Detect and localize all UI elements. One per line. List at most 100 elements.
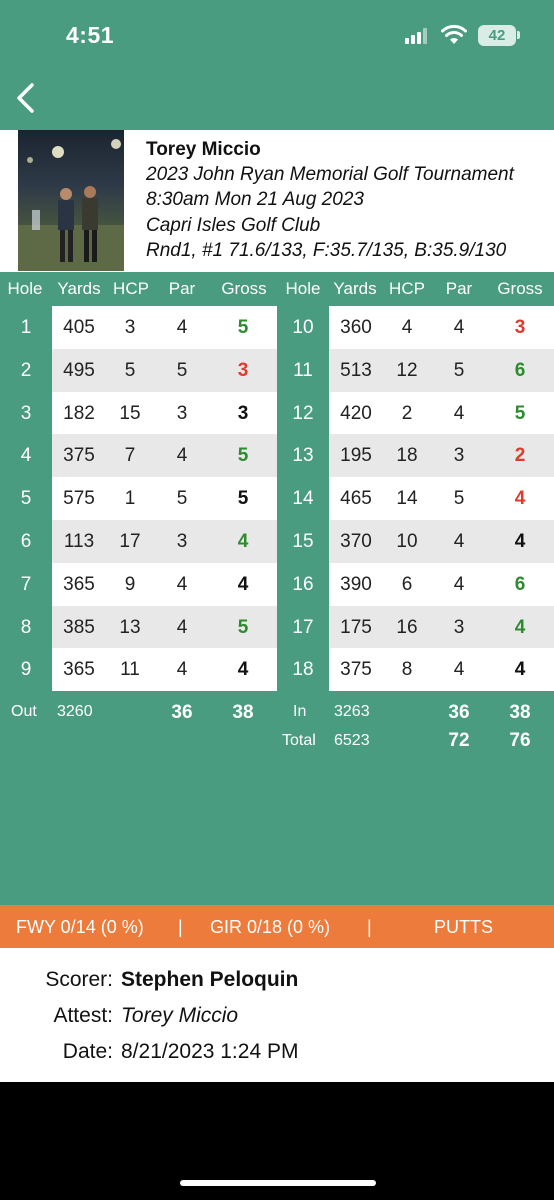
hole-yards: 360 bbox=[340, 317, 372, 338]
in-par: 36 bbox=[448, 702, 470, 723]
hole-yards: 513 bbox=[340, 359, 372, 381]
gir-stat[interactable]: GIR 0/18 (0 %) bbox=[210, 917, 330, 938]
scorer-name: Stephen Peloquin bbox=[121, 968, 299, 991]
col-gross: Gross bbox=[497, 279, 543, 298]
total-yards: 6523 bbox=[334, 732, 370, 749]
hole-gross: 5 bbox=[237, 488, 249, 510]
hole-hcp: 4 bbox=[401, 317, 413, 338]
hole-yards: 365 bbox=[63, 573, 95, 595]
stats-bar: FWY 0/14 (0 %) | GIR 0/18 (0 %) | PUTTS bbox=[0, 905, 554, 948]
hole-gross: 5 bbox=[237, 616, 249, 638]
total-gross: 76 bbox=[509, 730, 531, 751]
hole-number: 8 bbox=[20, 616, 32, 638]
attest-name: Torey Miccio bbox=[121, 1004, 239, 1027]
hole-gross: 5 bbox=[514, 402, 526, 424]
hole-yards: 365 bbox=[63, 659, 95, 681]
hole-hcp: 13 bbox=[119, 616, 141, 638]
total-par: 72 bbox=[448, 730, 470, 751]
hole-par: 5 bbox=[453, 488, 465, 510]
hole-par: 3 bbox=[176, 402, 188, 424]
out-yards: 3260 bbox=[57, 703, 93, 720]
hole-gross: 6 bbox=[514, 573, 526, 595]
hole-par: 3 bbox=[453, 445, 465, 467]
hole-par: 4 bbox=[176, 317, 188, 338]
col-hcp: HCP bbox=[389, 279, 425, 298]
hole-hcp: 15 bbox=[119, 402, 141, 424]
hole-par: 4 bbox=[453, 659, 465, 681]
hole-number: 3 bbox=[20, 402, 32, 424]
hole-par: 4 bbox=[453, 317, 465, 338]
hole-number: 9 bbox=[20, 659, 32, 681]
hole-par: 4 bbox=[176, 573, 188, 595]
hole-number: 7 bbox=[20, 573, 32, 595]
fairways-stat[interactable]: FWY 0/14 (0 %) bbox=[16, 917, 144, 938]
status-bar: 4:51 42 bbox=[0, 0, 554, 74]
hole-yards: 370 bbox=[340, 531, 372, 552]
hole-par: 5 bbox=[453, 359, 465, 381]
hole-yards: 113 bbox=[63, 531, 95, 552]
hole-hcp: 11 bbox=[120, 659, 140, 681]
hole-gross: 4 bbox=[514, 488, 526, 510]
cellular-signal-icon bbox=[405, 28, 431, 44]
hole-par: 5 bbox=[176, 488, 188, 510]
hole-hcp: 12 bbox=[396, 359, 418, 381]
hole-gross: 3 bbox=[514, 317, 526, 338]
hole-number: 14 bbox=[292, 488, 314, 510]
hole-number: 15 bbox=[292, 531, 314, 552]
hole-hcp: 3 bbox=[124, 317, 136, 338]
hole-hcp: 8 bbox=[401, 659, 413, 681]
hole-par: 4 bbox=[453, 402, 465, 424]
hole-gross: 4 bbox=[514, 531, 526, 552]
hole-gross: 2 bbox=[514, 445, 526, 467]
hole-number: 6 bbox=[20, 531, 32, 552]
col-yards: Yards bbox=[333, 279, 377, 298]
battery-nub bbox=[517, 31, 520, 39]
hole-hcp: 1 bbox=[124, 488, 136, 510]
back-button[interactable] bbox=[8, 80, 44, 116]
club-name: Capri Isles Golf Club bbox=[146, 215, 321, 236]
hole-gross: 4 bbox=[514, 659, 526, 681]
hole-par: 3 bbox=[453, 616, 465, 638]
hole-yards: 465 bbox=[340, 488, 372, 510]
player-photo bbox=[18, 130, 124, 271]
col-hcp: HCP bbox=[113, 279, 149, 298]
date-label: Date: bbox=[62, 1040, 113, 1063]
scorer-label: Scorer: bbox=[45, 968, 113, 991]
hole-gross: 4 bbox=[514, 616, 526, 638]
hole-yards: 182 bbox=[63, 402, 95, 424]
hole-yards: 495 bbox=[63, 359, 95, 381]
hole-par: 4 bbox=[176, 616, 188, 638]
total-label: Total bbox=[282, 732, 316, 749]
hole-hcp: 14 bbox=[396, 488, 418, 510]
col-par: Par bbox=[168, 279, 196, 298]
in-label: In bbox=[293, 703, 307, 720]
hole-yards: 375 bbox=[63, 445, 95, 467]
tee-time: 8:30am Mon 21 Aug 2023 bbox=[146, 189, 364, 210]
wifi-icon bbox=[441, 24, 467, 44]
hole-number: 13 bbox=[292, 445, 314, 467]
hole-hcp: 5 bbox=[124, 359, 136, 381]
hole-number: 17 bbox=[292, 616, 314, 638]
hole-par: 4 bbox=[453, 573, 465, 595]
col-gross: Gross bbox=[221, 279, 267, 298]
hole-gross: 5 bbox=[237, 317, 249, 338]
player-name: Torey Miccio bbox=[146, 139, 261, 160]
hole-hcp: 17 bbox=[119, 531, 141, 552]
hole-par: 4 bbox=[453, 531, 465, 552]
hole-hcp: 10 bbox=[396, 531, 418, 552]
hole-hcp: 6 bbox=[401, 573, 413, 595]
hole-number: 10 bbox=[292, 317, 314, 338]
hole-yards: 375 bbox=[340, 659, 372, 681]
attest-date: 8/21/2023 1:24 PM bbox=[121, 1040, 299, 1063]
hole-hcp: 2 bbox=[401, 402, 413, 424]
hole-par: 4 bbox=[176, 659, 188, 681]
status-time: 4:51 bbox=[66, 22, 115, 48]
col-yards: Yards bbox=[57, 279, 101, 298]
putts-stat[interactable]: PUTTS bbox=[434, 917, 493, 938]
hole-gross: 4 bbox=[237, 659, 249, 681]
hole-gross: 4 bbox=[237, 573, 249, 595]
stats-separator: | bbox=[178, 917, 183, 937]
hole-yards: 175 bbox=[340, 616, 372, 638]
hole-number: 12 bbox=[292, 402, 314, 424]
hole-number: 2 bbox=[20, 359, 32, 381]
